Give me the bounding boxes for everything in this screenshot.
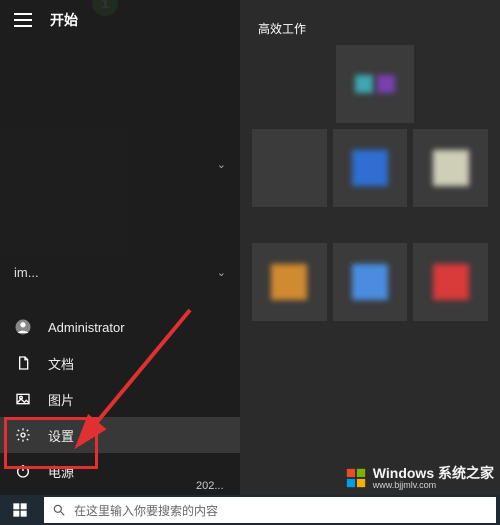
menu-label: 设置 (48, 426, 74, 445)
live-tile[interactable] (252, 243, 327, 321)
tile-icon (352, 150, 388, 186)
windows-logo-icon (345, 467, 367, 489)
app-item-label: im... (14, 265, 39, 280)
tile-icon (433, 150, 469, 186)
pictures-icon (14, 390, 32, 408)
user-account-button[interactable]: Administrator (0, 309, 240, 345)
tile-icon (355, 75, 373, 93)
menu-label: 电源 (48, 462, 74, 481)
hamburger-icon[interactable] (14, 13, 32, 27)
search-icon (52, 503, 66, 517)
taskbar: 在这里输入你要搜索的内容 (0, 495, 500, 525)
start-header: 开始 (0, 0, 240, 40)
live-tile[interactable] (252, 129, 327, 207)
menu-label: 图片 (48, 390, 74, 409)
live-tile[interactable] (336, 45, 414, 123)
app-list: ⌄ im... ⌄ (0, 40, 240, 303)
start-bottom-menu: Administrator 文档 图片 设置 电源 (0, 303, 240, 495)
gear-icon (14, 426, 32, 444)
start-button[interactable] (0, 495, 40, 525)
app-list-footer-text: 202... (196, 480, 224, 492)
start-menu: 开始 ⌄ im... ⌄ Administrator 文档 (0, 0, 240, 495)
menu-label: Administrator (48, 320, 125, 335)
watermark-url: www.bjjmlv.com (373, 481, 494, 491)
live-tile[interactable] (333, 129, 408, 207)
watermark-title: Windows 系统之家 (373, 466, 494, 481)
taskbar-search[interactable]: 在这里输入你要搜索的内容 (44, 497, 496, 523)
live-tile[interactable] (413, 243, 488, 321)
tiles-section-title: 高效工作 (258, 20, 488, 37)
tile-icon (377, 75, 395, 93)
user-icon (14, 318, 32, 336)
tile-icon (352, 264, 388, 300)
watermark: Windows 系统之家 www.bjjmlv.com (345, 466, 494, 491)
app-list-item[interactable]: im... ⌄ (0, 248, 240, 296)
start-tiles-area: 高效工作 (240, 0, 500, 495)
settings-button[interactable]: 设置 (0, 417, 240, 453)
live-tile[interactable] (333, 243, 408, 321)
chevron-down-icon: ⌄ (217, 158, 226, 171)
live-tile[interactable] (413, 129, 488, 207)
start-title: 开始 (50, 10, 78, 30)
tile-icon (271, 264, 307, 300)
tile-icon (433, 264, 469, 300)
document-icon (14, 354, 32, 372)
chevron-down-icon: ⌄ (217, 266, 226, 279)
menu-label: 文档 (48, 354, 74, 373)
search-placeholder: 在这里输入你要搜索的内容 (74, 502, 218, 519)
windows-icon (12, 502, 28, 518)
power-icon (14, 462, 32, 480)
pictures-button[interactable]: 图片 (0, 381, 240, 417)
app-list-item[interactable]: ⌄ (0, 140, 240, 188)
documents-button[interactable]: 文档 (0, 345, 240, 381)
